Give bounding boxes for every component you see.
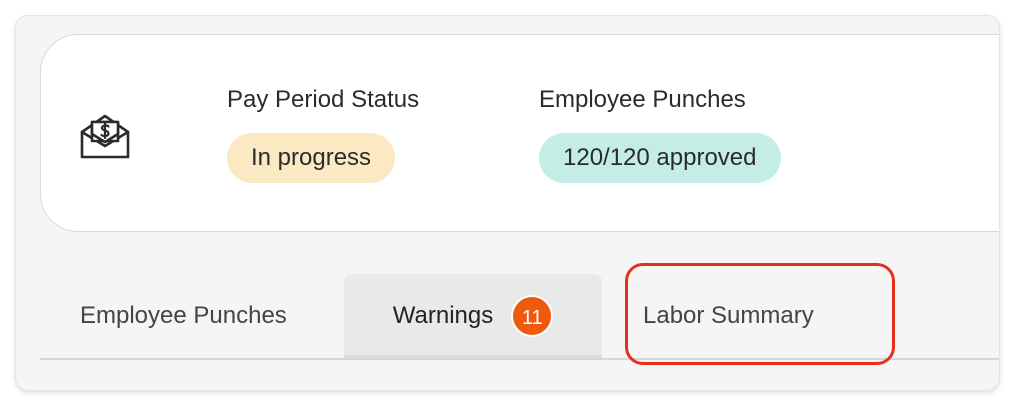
- envelope-dollar-icon: [79, 112, 131, 160]
- pay-period-status-card: Pay Period Status In progress Employee P…: [40, 34, 999, 232]
- pay-period-status: Pay Period Status In progress: [227, 85, 419, 183]
- tab-divider: [40, 358, 999, 360]
- tab-warnings[interactable]: Warnings 11: [344, 274, 602, 358]
- tab-label: Labor Summary: [643, 302, 814, 329]
- tab-labor-summary[interactable]: Labor Summary: [643, 274, 814, 358]
- tab-employee-punches[interactable]: Employee Punches: [80, 274, 287, 358]
- pay-period-status-badge: In progress: [227, 133, 396, 183]
- app-frame: Pay Period Status In progress Employee P…: [16, 16, 999, 390]
- warnings-count-badge: 11: [511, 295, 554, 337]
- employee-punches-status: Employee Punches 120/120 approved: [539, 85, 781, 183]
- tab-label: Employee Punches: [80, 302, 287, 329]
- employee-punches-label: Employee Punches: [539, 86, 746, 113]
- pay-period-status-label: Pay Period Status: [227, 86, 420, 113]
- employee-punches-badge: 120/120 approved: [539, 133, 781, 183]
- tab-label: Warnings: [392, 302, 494, 329]
- tab-bar: Employee Punches Warnings 11 Labor Summa…: [40, 274, 999, 360]
